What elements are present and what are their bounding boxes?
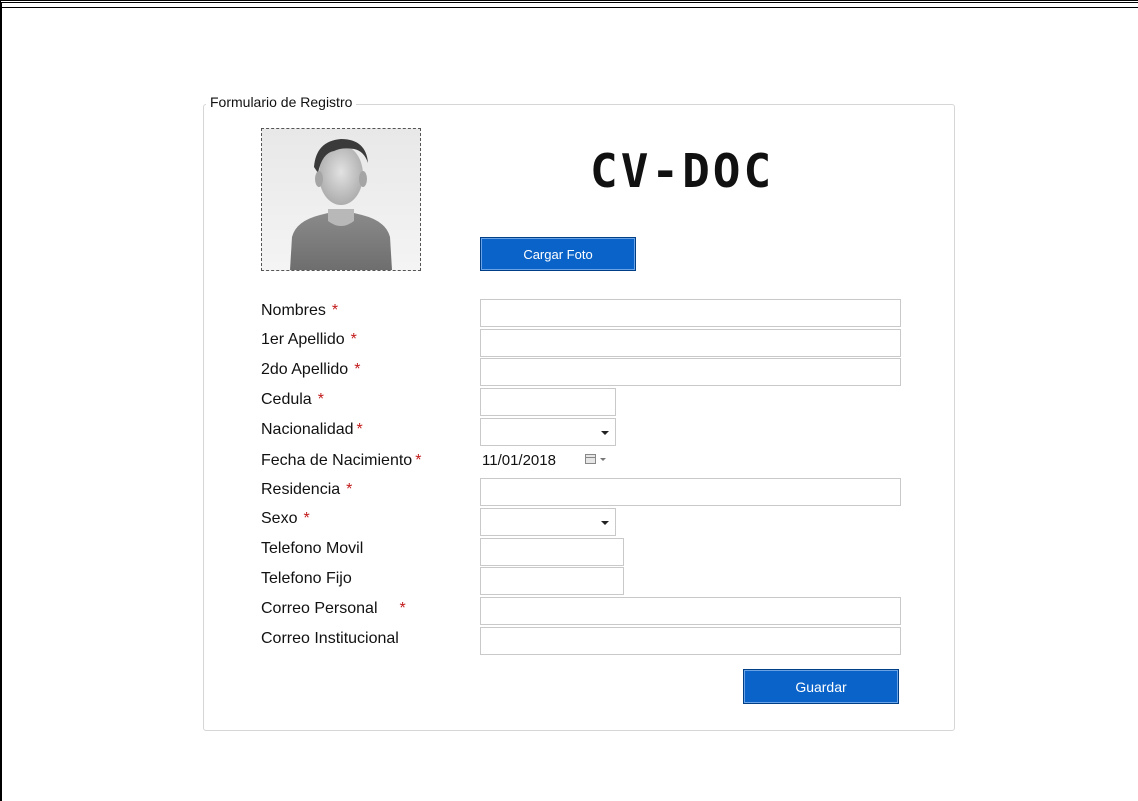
chevron-down-icon[interactable] bbox=[600, 458, 606, 461]
label-cedula: Cedula * bbox=[261, 391, 324, 408]
label-sexo: Sexo * bbox=[261, 510, 310, 527]
user-silhouette-icon bbox=[262, 129, 420, 270]
calendar-icon[interactable] bbox=[585, 454, 596, 464]
nombres-input[interactable] bbox=[480, 299, 901, 327]
sexo-select[interactable] bbox=[480, 508, 616, 536]
label-correo-personal: Correo Personal * bbox=[261, 600, 406, 617]
telefono-movil-input[interactable] bbox=[480, 538, 624, 566]
label-correo-institucional: Correo Institucional bbox=[261, 630, 399, 647]
correo-personal-input[interactable] bbox=[480, 597, 901, 625]
label-telefono-fijo: Telefono Fijo bbox=[261, 570, 352, 587]
label-nombres: Nombres * bbox=[261, 302, 339, 319]
cedula-input[interactable] bbox=[480, 388, 616, 416]
logo-title: CV-DOC bbox=[590, 144, 775, 198]
primer-apellido-input[interactable] bbox=[480, 329, 901, 357]
label-residencia: Residencia * bbox=[261, 481, 353, 498]
save-button[interactable]: Guardar bbox=[743, 669, 899, 704]
correo-institucional-input[interactable] bbox=[480, 627, 901, 655]
nacionalidad-select[interactable] bbox=[480, 418, 616, 446]
label-nacionalidad: Nacionalidad * bbox=[261, 421, 363, 438]
photo-placeholder[interactable] bbox=[261, 128, 421, 271]
label-1er-apellido: 1er Apellido * bbox=[261, 331, 357, 348]
telefono-fijo-input[interactable] bbox=[480, 567, 624, 595]
label-2do-apellido: 2do Apellido * bbox=[261, 361, 361, 378]
chevron-down-icon bbox=[601, 521, 609, 525]
groupbox-title: Formulario de Registro bbox=[206, 94, 357, 110]
residencia-input[interactable] bbox=[480, 478, 901, 506]
fecha-nacimiento-value: 11/01/2018 bbox=[482, 452, 556, 469]
upload-photo-button[interactable]: Cargar Foto bbox=[480, 237, 636, 271]
segundo-apellido-input[interactable] bbox=[480, 358, 901, 386]
chevron-down-icon bbox=[601, 431, 609, 435]
label-telefono-movil: Telefono Movil bbox=[261, 540, 364, 557]
label-fecha-nacimiento: Fecha de Nacimiento * bbox=[261, 452, 422, 469]
fecha-nacimiento-datepicker[interactable]: 11/01/2018 bbox=[480, 448, 616, 474]
